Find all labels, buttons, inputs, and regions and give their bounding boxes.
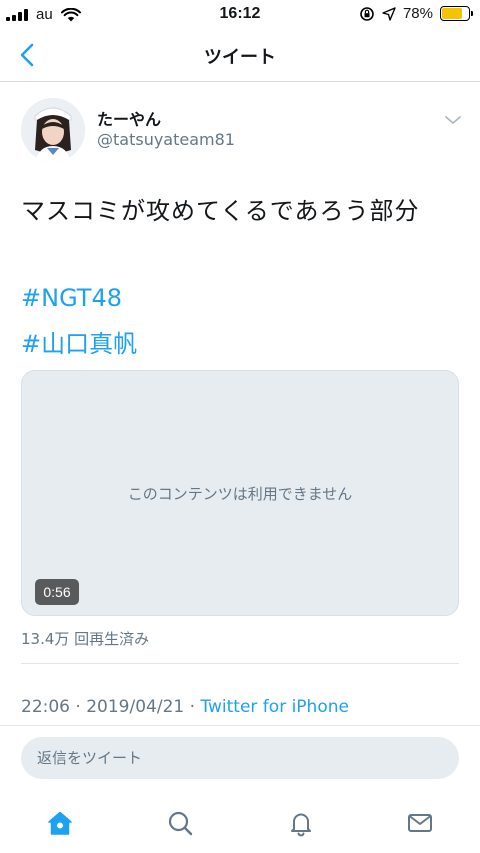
- tweet-time: 22:06: [21, 697, 70, 717]
- tab-home[interactable]: [45, 808, 75, 838]
- reply-input[interactable]: 返信をツイート: [21, 737, 459, 779]
- tab-bar: [0, 800, 480, 845]
- search-icon: [168, 811, 193, 836]
- hashtag-link[interactable]: #NGT48: [21, 284, 122, 312]
- divider: [21, 663, 459, 664]
- battery-percent: 78%: [402, 5, 433, 22]
- more-options-button[interactable]: [442, 112, 464, 128]
- media-placeholder[interactable]: このコンテンツは利用できません 0:56: [21, 370, 459, 616]
- media-unavailable-message: このコンテンツは利用できません: [127, 485, 353, 503]
- tab-messages[interactable]: [405, 808, 435, 838]
- view-count: 13.4万 回再生済み: [21, 630, 150, 648]
- battery-icon: [440, 6, 473, 21]
- home-icon: [48, 811, 72, 835]
- rotation-lock-icon: [360, 6, 374, 21]
- tab-search[interactable]: [165, 808, 195, 838]
- avatar-image: [21, 98, 85, 162]
- status-bar: au 16:12 78%: [0, 0, 480, 30]
- hashtag-link[interactable]: #山口真帆: [21, 324, 137, 359]
- nav-bar: ツイート: [0, 30, 480, 82]
- page-title: ツイート: [204, 47, 276, 68]
- status-right: 78%: [359, 5, 473, 22]
- meta-separator: ·: [70, 697, 87, 717]
- divider: [0, 725, 480, 726]
- tab-notifications[interactable]: [286, 808, 316, 838]
- video-duration-badge: 0:56: [35, 579, 79, 605]
- chevron-down-icon: [445, 116, 461, 124]
- tweet-text: マスコミが攻めてくるであろう部分: [21, 197, 420, 225]
- author-name[interactable]: たーやん: [97, 106, 161, 130]
- location-arrow-icon: [382, 6, 396, 21]
- meta-separator: ·: [184, 697, 201, 717]
- avatar[interactable]: [21, 98, 85, 162]
- tweet-meta: 22:06 · 2019/04/21 · Twitter for iPhone: [21, 697, 349, 717]
- mail-icon: [408, 814, 432, 832]
- tweet-source-link[interactable]: Twitter for iPhone: [200, 697, 349, 717]
- author-handle[interactable]: @tatsuyateam81: [97, 130, 235, 149]
- bell-icon: [291, 813, 311, 837]
- battery-level: [442, 8, 463, 19]
- tweet-date: 2019/04/21: [86, 697, 185, 717]
